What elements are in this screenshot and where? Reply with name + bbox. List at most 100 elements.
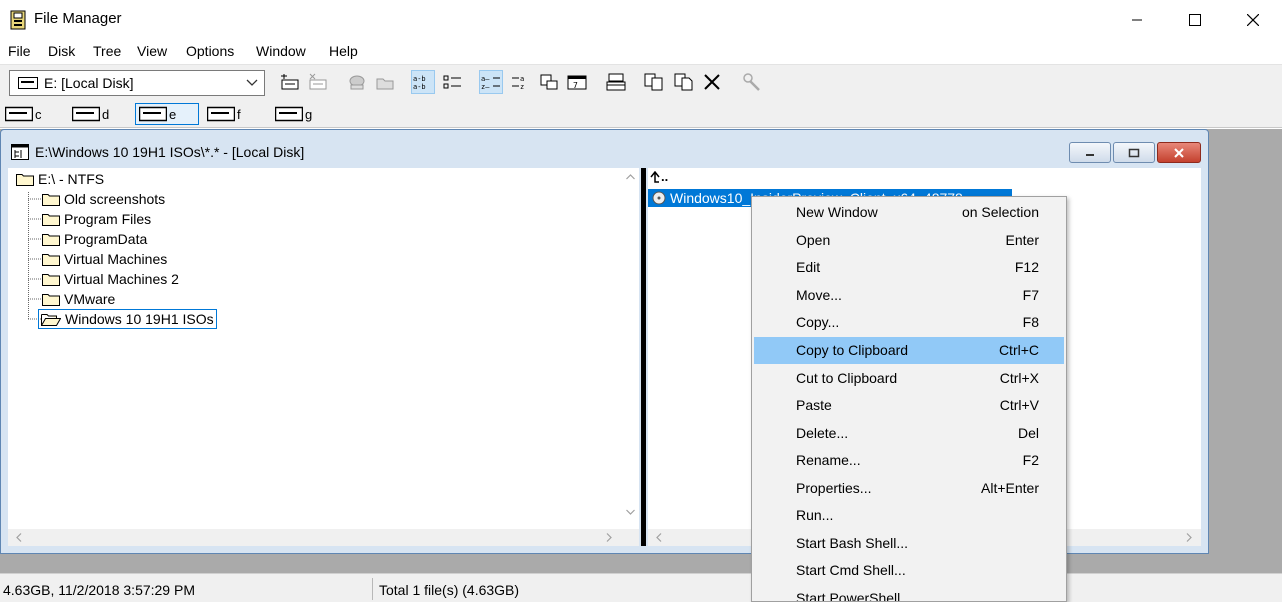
ctx-shortcut: F12: [1014, 259, 1039, 275]
drive-letter-g: g: [305, 106, 313, 122]
ctx-cut-to-clipboard[interactable]: Cut to Clipboard Ctrl+X: [754, 365, 1064, 392]
folder-icon: [42, 234, 60, 246]
ctx-shortcut: Alt+Enter: [981, 480, 1039, 496]
large-icons-view-button[interactable]: a-b a-b: [411, 70, 435, 94]
ctx-copy-to-clipboard[interactable]: Copy to Clipboard Ctrl+C: [754, 337, 1064, 364]
maximize-icon: [1189, 14, 1201, 26]
menu-help[interactable]: Help: [329, 43, 358, 59]
drive-bar: c d e f g: [0, 100, 1282, 128]
ctx-paste[interactable]: Paste Ctrl+V: [754, 392, 1064, 419]
share-icon: [349, 75, 365, 90]
menu-file[interactable]: File: [8, 43, 31, 59]
directory-window-controls: [1069, 142, 1201, 163]
ctx-shortcut: F2: [1022, 452, 1039, 468]
ctx-move[interactable]: Move... F7: [754, 282, 1064, 309]
svg-text:a-b: a-b: [413, 75, 426, 83]
open-folder-icon: [41, 314, 61, 326]
folder-icon: [42, 214, 60, 226]
ctx-open[interactable]: Open Enter: [754, 227, 1064, 254]
parent-directory-item[interactable]: ..: [650, 169, 668, 184]
sort-by-size-button[interactable]: [537, 70, 561, 94]
ctx-delete[interactable]: Delete... Del: [754, 420, 1064, 447]
disc-image-icon: [652, 191, 666, 205]
ctx-label: Edit: [796, 259, 821, 275]
close-button[interactable]: [1224, 0, 1282, 40]
menu-tree[interactable]: Tree: [93, 43, 121, 59]
properties-button[interactable]: [740, 70, 764, 94]
ctx-label: Start PowerShell...: [796, 590, 912, 602]
list-view-button[interactable]: [441, 70, 465, 94]
tree-item-program-files[interactable]: Program Files: [42, 209, 151, 229]
menu-options[interactable]: Options: [186, 43, 234, 59]
child-minimize-button[interactable]: [1069, 142, 1111, 163]
tree-root-label: E:\ - NTFS: [38, 171, 105, 187]
tree-item-virtual-machines[interactable]: Virtual Machines: [42, 249, 167, 269]
context-menu: New Window on Selection Open Enter Edit F12…: [751, 196, 1067, 602]
ctx-start-cmd-shell[interactable]: Start Cmd Shell...: [754, 557, 1064, 584]
ctx-shortcut: Ctrl+X: [999, 370, 1039, 386]
ctx-start-bash-shell[interactable]: Start Bash Shell...: [754, 530, 1064, 557]
child-close-button[interactable]: [1157, 142, 1201, 163]
copy-icon: [644, 73, 663, 91]
tree-item-vmware[interactable]: VMware: [42, 289, 115, 309]
new-window-button[interactable]: [604, 70, 628, 94]
ctx-label: Copy to Clipboard: [796, 342, 909, 358]
copy-button[interactable]: [642, 70, 666, 94]
ctx-label: Paste: [796, 397, 832, 413]
drive-button-c[interactable]: c: [2, 103, 45, 125]
large-icons-view-icon: a-ba-b: [413, 75, 426, 90]
ctx-run[interactable]: Run...: [754, 502, 1064, 529]
pane-splitter[interactable]: [641, 168, 646, 546]
ctx-label: Open: [796, 232, 831, 248]
share-button[interactable]: [345, 70, 369, 94]
ctx-copy[interactable]: Copy... F8: [754, 309, 1064, 336]
sort-by-date-button[interactable]: 7: [565, 70, 589, 94]
drive-button-f[interactable]: f: [204, 103, 244, 125]
drive-button-d[interactable]: d: [69, 103, 112, 125]
ctx-new-window[interactable]: New Window on Selection: [754, 199, 1064, 226]
drive-icon: [207, 106, 235, 122]
menu-window[interactable]: Window: [256, 43, 306, 59]
ctx-shortcut: Enter: [1005, 232, 1039, 248]
drive-button-e[interactable]: e: [135, 103, 199, 125]
minimize-icon: [1132, 19, 1142, 21]
paste-icon: [674, 73, 693, 91]
tree-horizontal-scrollbar[interactable]: [8, 529, 639, 546]
close-icon: [1247, 14, 1259, 26]
paste-button[interactable]: [672, 70, 696, 94]
svg-text:z: z: [520, 83, 524, 90]
tree-item-old-screenshots[interactable]: Old screenshots: [42, 189, 165, 209]
menu-disk[interactable]: Disk: [48, 43, 75, 59]
stop-sharing-icon: [376, 78, 394, 90]
sort-by-name-button[interactable]: a– z–: [479, 70, 503, 94]
tree-item-windows-10-19h1-isos[interactable]: Windows 10 19H1 ISOs: [38, 309, 217, 329]
tree-pane[interactable]: E:\ - NTFS Old screenshots Program Files: [8, 168, 639, 546]
disconnect-drive-button[interactable]: [306, 70, 330, 94]
minimize-button[interactable]: [1108, 0, 1166, 40]
ctx-properties[interactable]: Properties... Alt+Enter: [754, 475, 1064, 502]
tree-vertical-scrollbar[interactable]: [622, 168, 639, 528]
child-maximize-button[interactable]: [1113, 142, 1155, 163]
tree-item-label: Program Files: [64, 211, 152, 227]
ctx-start-powershell[interactable]: Start PowerShell...: [754, 585, 1064, 602]
drive-icon: [5, 106, 33, 122]
ctx-edit[interactable]: Edit F12: [754, 254, 1064, 281]
ctx-shortcut: Ctrl+C: [998, 342, 1039, 358]
drive-button-g[interactable]: g: [272, 103, 315, 125]
sort-by-type-button[interactable]: az: [509, 70, 533, 94]
delete-button[interactable]: [700, 70, 724, 94]
tree-root[interactable]: E:\ - NTFS: [16, 169, 104, 189]
tree-item-programdata[interactable]: ProgramData: [42, 229, 147, 249]
sort-by-type-icon: az: [512, 75, 524, 90]
menu-bar: File Disk Tree View Options Window Help: [0, 40, 1282, 64]
stop-sharing-button[interactable]: [373, 70, 397, 94]
connect-drive-button[interactable]: [278, 70, 302, 94]
new-window-icon: [606, 73, 626, 91]
ctx-rename[interactable]: Rename... F2: [754, 447, 1064, 474]
tree-item-label: Virtual Machines: [64, 251, 168, 267]
drive-select[interactable]: E: [Local Disk]: [9, 70, 265, 96]
tree-item-virtual-machines-2[interactable]: Virtual Machines 2: [42, 269, 179, 289]
ctx-label: Move...: [796, 287, 842, 303]
menu-view[interactable]: View: [137, 43, 167, 59]
maximize-button[interactable]: [1166, 0, 1224, 40]
